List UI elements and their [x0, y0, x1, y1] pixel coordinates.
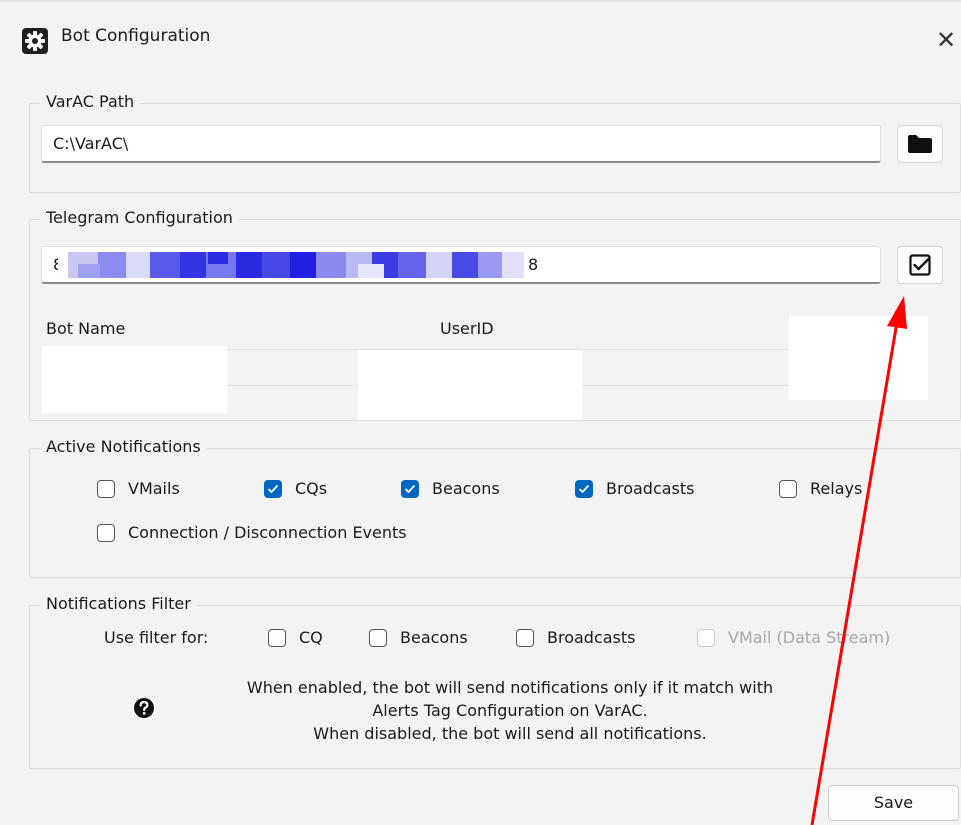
close-button[interactable]: ✕ [936, 20, 961, 60]
extra-info-value [789, 316, 928, 400]
relays-label: Relays [810, 479, 863, 498]
relays-check-box[interactable] [779, 479, 797, 498]
beacons-check-box[interactable] [401, 479, 419, 498]
folder-icon [908, 135, 932, 153]
browse-folder-button[interactable] [897, 125, 943, 163]
beacons-label: Beacons [432, 479, 500, 498]
cqs-checkbox[interactable]: CQs [264, 479, 327, 498]
save-button[interactable]: Save [828, 785, 959, 821]
broadcasts-checkbox[interactable]: Broadcasts [575, 479, 695, 498]
filter-vmail-checkbox: VMail (Data Stream) [697, 628, 890, 647]
connection-events-label: Connection / Disconnection Events [128, 523, 407, 542]
checkmark-icon [267, 484, 279, 493]
bot-name-value [42, 346, 227, 413]
gear-app-icon [22, 28, 48, 54]
cqs-label: CQs [295, 479, 328, 498]
filter-beacons-check-box[interactable] [369, 628, 387, 647]
active-notifications-legend: Active Notifications [40, 437, 207, 456]
checkmark-icon [578, 484, 590, 493]
filter-broadcasts-checkbox[interactable]: Broadcasts [516, 628, 636, 647]
filter-beacons-label: Beacons [400, 628, 468, 647]
telegram-config-legend: Telegram Configuration [40, 208, 239, 227]
token-suffix: 8 [528, 255, 539, 274]
filter-help-line-2: Alerts Tag Configuration on VarAC. [372, 701, 648, 720]
bot-name-label: Bot Name [46, 319, 126, 338]
filter-cq-checkbox[interactable]: CQ [268, 628, 323, 647]
userid-value [358, 350, 582, 420]
broadcasts-label: Broadcasts [606, 479, 695, 498]
filter-cq-label: CQ [299, 628, 323, 647]
broadcasts-check-box[interactable] [575, 479, 593, 498]
filter-cq-check-box[interactable] [268, 628, 286, 647]
connection-events-check-box[interactable] [97, 523, 115, 542]
notifications-filter-legend: Notifications Filter [40, 594, 197, 613]
varac-path-legend: VarAC Path [40, 92, 141, 111]
filter-broadcasts-label: Broadcasts [547, 628, 636, 647]
vmails-checkbox[interactable]: VMails [97, 479, 180, 498]
filter-help-line-3: When disabled, the bot will send all not… [313, 724, 707, 743]
filter-beacons-checkbox[interactable]: Beacons [369, 628, 468, 647]
cqs-check-box[interactable] [264, 479, 282, 498]
beacons-checkbox[interactable]: Beacons [401, 479, 500, 498]
use-filter-label: Use filter for: [104, 628, 209, 647]
connection-events-checkbox[interactable]: Connection / Disconnection Events [97, 523, 407, 542]
varac-path-input[interactable]: C:\VarAC\ [41, 125, 881, 163]
title-bar: Bot Configuration ✕ [0, 0, 961, 80]
vmails-label: VMails [128, 479, 180, 498]
checkbox-check-icon [909, 254, 931, 276]
userid-label: UserID [440, 319, 494, 338]
filter-help-line-1: When enabled, the bot will send notifica… [246, 678, 774, 697]
verify-token-button[interactable] [897, 246, 943, 284]
filter-vmail-label: VMail (Data Stream) [728, 628, 891, 647]
token-redaction-pixels [58, 248, 526, 282]
bot-configuration-window: Bot Configuration ✕ VarAC Path C:\VarAC\… [0, 0, 961, 825]
filter-vmail-check-box [697, 628, 715, 647]
window-title: Bot Configuration [61, 26, 211, 46]
active-notifications-group: Active Notifications [29, 437, 961, 578]
filter-broadcasts-check-box[interactable] [516, 628, 534, 647]
vmails-check-box[interactable] [97, 479, 115, 498]
checkmark-icon [404, 484, 416, 493]
relays-checkbox[interactable]: Relays [779, 479, 862, 498]
